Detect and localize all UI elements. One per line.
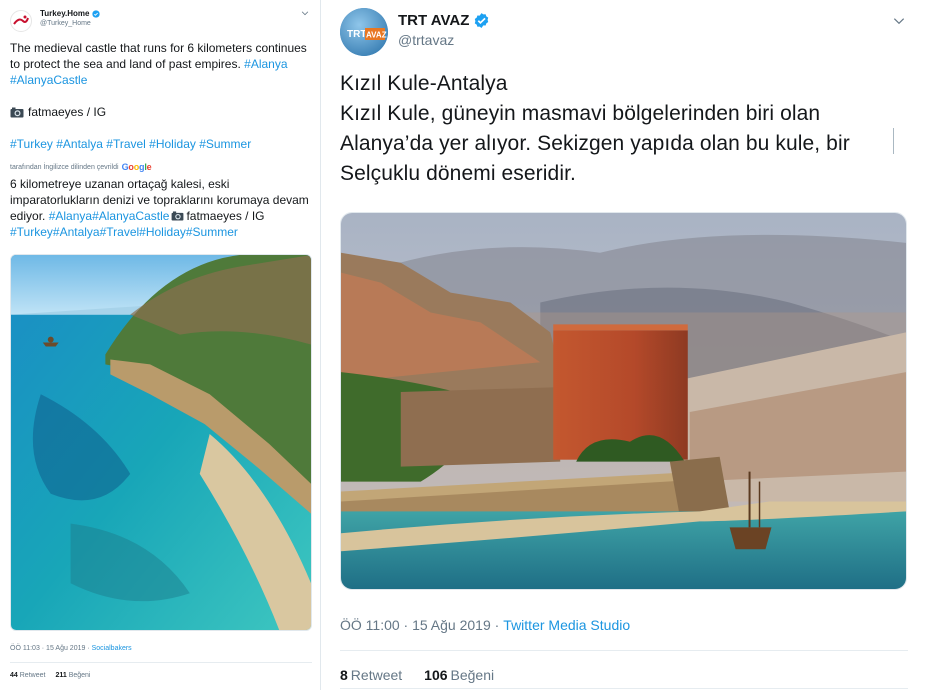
tweet-line-3: Alanya’da yer alıyor. Sekizgen yapıda ol… bbox=[340, 132, 850, 155]
left-tweet-body: The medieval castle that runs for 6 kilo… bbox=[10, 40, 315, 88]
right-likes[interactable]: 106 Beğeni bbox=[424, 667, 494, 683]
left-handle[interactable]: @Turkey_Home bbox=[40, 20, 91, 27]
translation-tags[interactable]: #Turkey#Antalya#Travel#Holiday#Summer bbox=[10, 225, 238, 239]
verified-badge-icon bbox=[475, 13, 489, 28]
trt-avaz-logo-icon[interactable]: TRT AVAZ bbox=[340, 8, 388, 56]
left-photo-credit: fatmaeyes / IG bbox=[10, 104, 315, 120]
red-tower-photo bbox=[341, 213, 906, 589]
right-tweet-body: Kızıl Kule-Antalya Kızıl Kule, güneyin m… bbox=[340, 69, 910, 189]
camera-icon bbox=[10, 107, 24, 117]
tweet-line-1: Kızıl Kule-Antalya bbox=[340, 72, 508, 95]
right-like-count: 106 bbox=[424, 667, 448, 683]
right-retweet-count: 8 bbox=[340, 667, 348, 683]
right-tweet-photo[interactable] bbox=[340, 212, 907, 590]
right-account-name[interactable]: TRT AVAZ bbox=[398, 12, 490, 29]
avatar-text-trt: TRT bbox=[347, 29, 366, 40]
left-like-count: 211 bbox=[55, 672, 67, 679]
right-account-name-text[interactable]: TRT AVAZ bbox=[398, 12, 469, 29]
left-like-label: Beğeni bbox=[68, 672, 91, 679]
left-tweet-header: Turkey.Home @Turkey_Home bbox=[10, 8, 310, 32]
translated-body: 6 kilometreye uzanan ortaçağ kalesi, esk… bbox=[10, 176, 315, 240]
left-tweet-photo[interactable] bbox=[10, 254, 312, 631]
google-logo[interactable]: Google bbox=[122, 162, 152, 172]
left-account-name-text[interactable]: Turkey.Home bbox=[40, 9, 90, 18]
right-source[interactable]: Twitter Media Studio bbox=[503, 617, 630, 633]
turkey-home-logo-icon[interactable] bbox=[10, 10, 32, 32]
left-stats: 44 Retweet 211 Beğeni bbox=[10, 672, 90, 679]
right-divider-top bbox=[340, 650, 908, 651]
right-like-label: Beğeni bbox=[450, 667, 495, 683]
right-stats: 8 Retweet 106 Beğeni bbox=[340, 667, 494, 683]
left-divider bbox=[10, 662, 312, 663]
right-divider-bottom bbox=[340, 688, 908, 689]
tweet-line-4: Selçuklu dönemi eseridir. bbox=[340, 162, 576, 185]
left-retweets[interactable]: 44 Retweet bbox=[10, 672, 45, 679]
translation-hashtags[interactable]: #Alanya#AlanyaCastle bbox=[49, 209, 170, 223]
left-tweet: Turkey.Home @Turkey_Home The medieval ca… bbox=[0, 0, 321, 690]
tweet-line-2: Kızıl Kule, güneyin masmavi bölgelerinde… bbox=[340, 102, 821, 125]
translation-credit: fatmaeyes / IG bbox=[186, 209, 265, 223]
verified-badge-icon bbox=[91, 9, 100, 18]
chevron-down-icon[interactable] bbox=[892, 14, 906, 28]
left-account-name[interactable]: Turkey.Home bbox=[40, 9, 100, 18]
left-tweet-meta: ÖÖ 11:03 · 15 Ağu 2019 · Socialbakers bbox=[10, 645, 132, 652]
right-tweet: TRT AVAZ TRT AVAZ @trtavaz Kızıl Kule-An… bbox=[322, 0, 928, 690]
translation-attribution: tarafından İngilizce dilinden çevrildi G… bbox=[10, 162, 152, 172]
avatar-text-avaz: AVAZ bbox=[366, 31, 387, 40]
right-retweets[interactable]: 8 Retweet bbox=[340, 667, 402, 683]
camera-icon bbox=[172, 211, 184, 221]
chevron-down-icon[interactable] bbox=[300, 8, 310, 18]
left-likes[interactable]: 211 Beğeni bbox=[55, 672, 90, 679]
text-caret bbox=[893, 128, 894, 154]
left-credit-text: fatmaeyes / IG bbox=[28, 105, 107, 119]
translated-by-text: tarafından İngilizce dilinden çevrildi bbox=[10, 163, 119, 171]
right-timestamp[interactable]: ÖÖ 11:00 · 15 Ağu 2019 · bbox=[340, 617, 499, 633]
right-retweet-label: Retweet bbox=[350, 667, 403, 683]
left-timestamp[interactable]: ÖÖ 11:03 · 15 Ağu 2019 · bbox=[10, 645, 90, 652]
left-retweet-label: Retweet bbox=[19, 672, 46, 679]
alanya-coast-photo bbox=[11, 255, 311, 630]
right-handle[interactable]: @trtavaz bbox=[398, 32, 454, 48]
left-source[interactable]: Socialbakers bbox=[92, 645, 132, 652]
right-tweet-meta: ÖÖ 11:00 · 15 Ağu 2019 · Twitter Media S… bbox=[340, 617, 630, 633]
left-retweet-count: 44 bbox=[10, 672, 18, 679]
left-hashtags[interactable]: #Turkey #Antalya #Travel #Holiday #Summe… bbox=[10, 136, 315, 152]
